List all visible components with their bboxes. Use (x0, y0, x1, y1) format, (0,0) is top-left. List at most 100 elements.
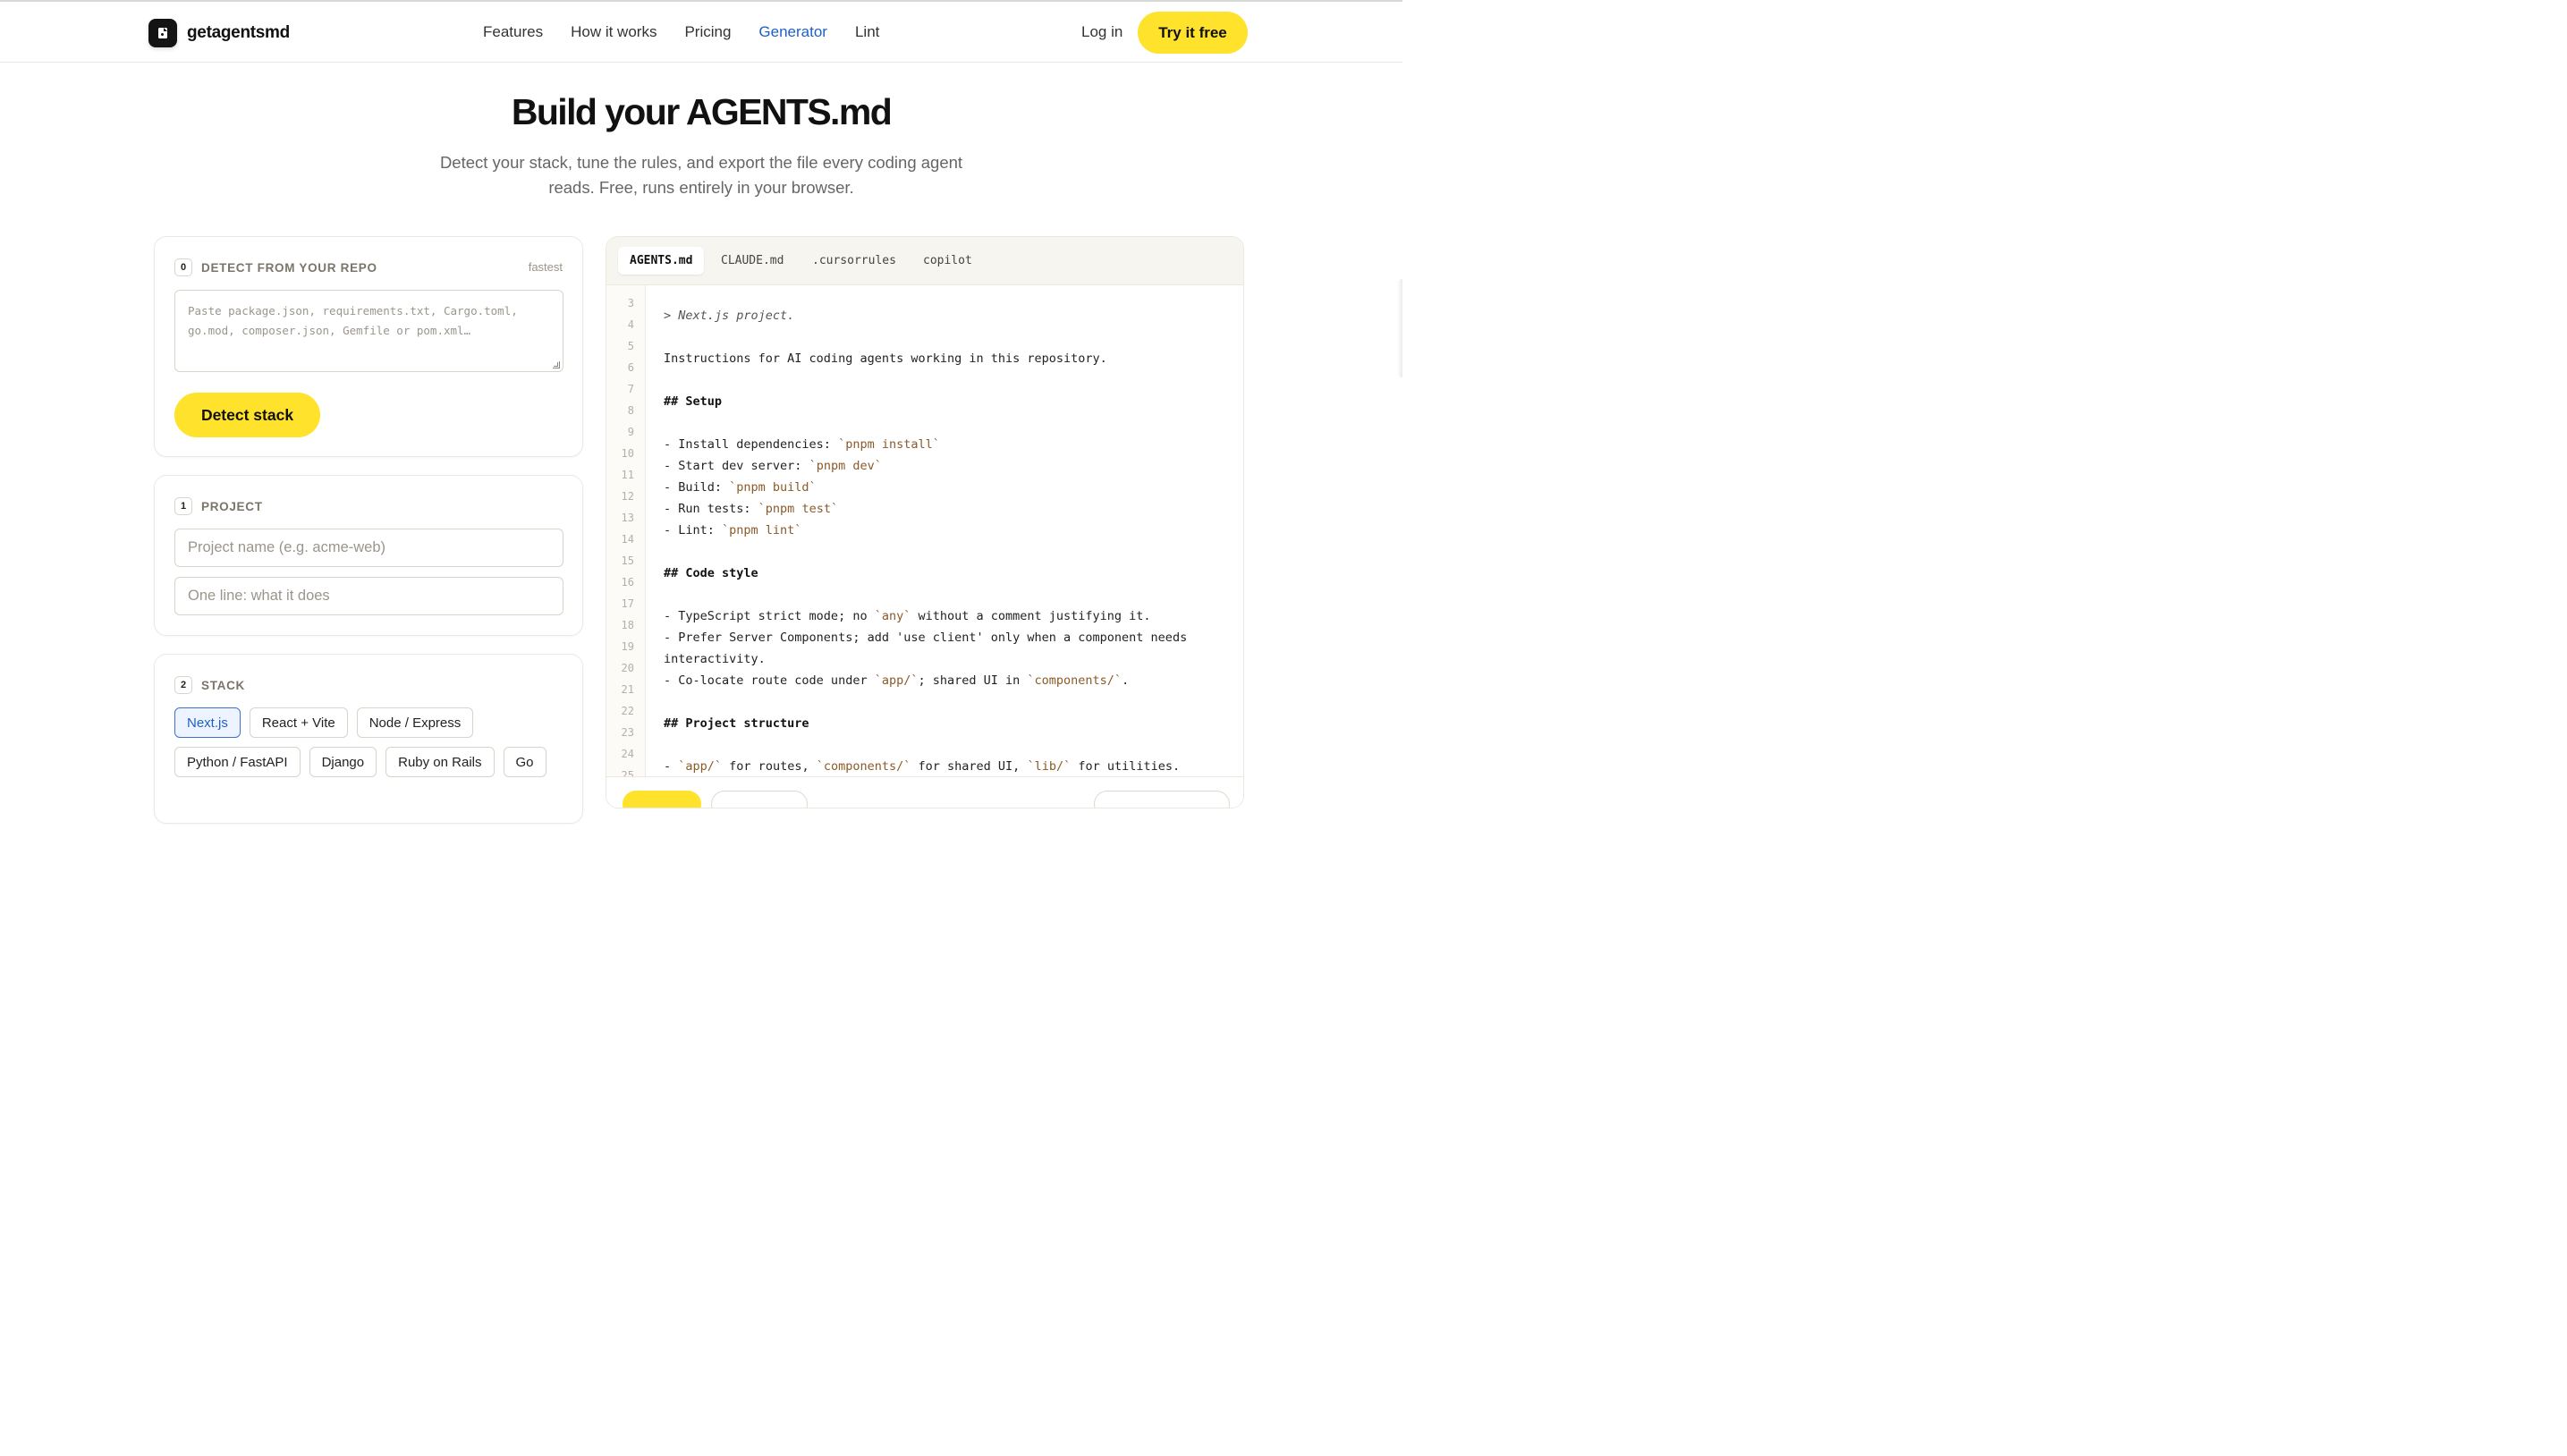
line-number: 21 (621, 683, 634, 696)
brand-logo[interactable]: getagentsmd (148, 19, 290, 47)
step-badge: 1 (174, 497, 192, 515)
step-badge: 0 (174, 258, 192, 276)
page-subtitle: Detect your stack, tune the rules, and e… (439, 153, 963, 197)
project-name-input[interactable]: Project name (e.g. acme-web) (174, 529, 563, 567)
code-inline: `pnpm install` (838, 437, 940, 452)
detect-hint: fastest (528, 260, 563, 274)
nav-how-it-works[interactable]: How it works (571, 23, 657, 41)
line-number: 14 (621, 533, 634, 546)
editor-actions-bar (606, 776, 1243, 808)
code-inline: `components/` (1027, 673, 1123, 688)
code-line: - `app/` for routes, `components/` for s… (664, 759, 1180, 774)
line-number: 15 (621, 554, 634, 567)
code-text: - TypeScript strict mode; no (664, 609, 875, 623)
line-number-gutter: 3 4 5 6 7 8 9 10 11 12 13 14 15 16 17 18… (606, 285, 646, 808)
code-inline: `app/` (678, 759, 723, 774)
code-heading: ## Setup (664, 394, 722, 409)
stack-options: Next.js React + Vite Node / Express Pyth… (174, 707, 568, 777)
line-number: 13 (621, 512, 634, 524)
project-description-placeholder: One line: what it does (188, 588, 330, 604)
tab-copilot[interactable]: copilot (911, 247, 984, 275)
code-inline: `app/` (874, 673, 919, 688)
stack-chip-python-fastapi[interactable]: Python / FastAPI (174, 747, 301, 777)
line-number: 18 (621, 619, 634, 631)
step-badge: 2 (174, 676, 192, 694)
login-link[interactable]: Log in (1081, 23, 1123, 41)
line-number: 22 (621, 705, 634, 717)
nav-generator[interactable]: Generator (758, 23, 827, 41)
brand-name: getagentsmd (187, 23, 290, 42)
line-number: 7 (627, 383, 634, 395)
stack-chip-react-vite[interactable]: React + Vite (249, 707, 348, 738)
code-text: ## Setup (664, 394, 723, 409)
code-inline: `pnpm lint` (722, 523, 802, 538)
tab-claude-md[interactable]: CLAUDE.md (709, 247, 795, 275)
code-line: - Prefer Server Components; add 'use cli… (664, 631, 1187, 645)
code-text: for utilities. (1071, 759, 1181, 774)
try-it-free-button[interactable]: Try it free (1138, 12, 1248, 54)
line-number: 3 (627, 297, 634, 309)
code-text: without a comment justifying it. (911, 609, 1151, 623)
code-text: > Next.js project. (664, 309, 795, 323)
primary-action-button[interactable] (623, 791, 701, 808)
project-card-header: 1 PROJECT (174, 497, 263, 515)
tertiary-action-button[interactable] (1094, 791, 1230, 808)
line-number: 24 (621, 748, 634, 760)
code-line: - Lint: `pnpm lint` (664, 523, 801, 538)
code-line: interactivity. (664, 652, 766, 666)
code-text: - Co-locate route code under (664, 673, 875, 688)
line-number: 5 (627, 340, 634, 352)
stack-chip-nextjs[interactable]: Next.js (174, 707, 241, 738)
code-inline: `any` (874, 609, 911, 623)
code-text: Instructions for AI coding agents workin… (664, 351, 1107, 366)
line-number: 17 (621, 597, 634, 610)
project-name-placeholder: Project name (e.g. acme-web) (188, 539, 386, 555)
tab-cursorrules[interactable]: .cursorrules (801, 247, 908, 275)
detect-stack-button[interactable]: Detect stack (174, 393, 320, 437)
code-text: - Lint: (664, 523, 723, 538)
stack-card: 2 STACK Next.js React + Vite Node / Expr… (154, 654, 583, 824)
line-number: 9 (627, 426, 634, 438)
code-line: - Start dev server: `pnpm dev` (664, 459, 882, 473)
page-title: Build your AGENTS.md (511, 91, 893, 132)
code-inline: `components/` (816, 759, 911, 774)
line-number: 19 (621, 640, 634, 653)
detect-card-header: 0 DETECT FROM YOUR REPO (174, 258, 377, 276)
project-label: PROJECT (201, 499, 263, 513)
code-line: - Install dependencies: `pnpm install` (664, 437, 940, 452)
line-number: 8 (627, 404, 634, 417)
manifest-placeholder: Paste package.json, requirements.txt, Ca… (188, 304, 518, 337)
code-line: Instructions for AI coding agents workin… (664, 351, 1107, 366)
code-text: . (1122, 673, 1130, 688)
detect-card: 0 DETECT FROM YOUR REPO fastest Paste pa… (154, 236, 583, 457)
line-number: 12 (621, 490, 634, 503)
code-inline: `pnpm dev` (809, 459, 882, 473)
line-number: 23 (621, 726, 634, 739)
code-text: for shared UI, (911, 759, 1028, 774)
stack-chip-node-express[interactable]: Node / Express (356, 707, 474, 738)
document-icon (148, 19, 177, 47)
code-text: - Run tests: (664, 502, 758, 516)
resize-handle-icon[interactable] (553, 361, 560, 368)
code-heading: ## Project structure (664, 716, 809, 731)
secondary-action-button[interactable] (711, 791, 808, 808)
stack-card-header: 2 STACK (174, 676, 245, 694)
project-description-input[interactable]: One line: what it does (174, 577, 563, 615)
site-header: getagentsmd Features How it works Pricin… (0, 2, 1402, 63)
line-number: 4 (627, 318, 634, 331)
tab-agents-md[interactable]: AGENTS.md (618, 247, 705, 275)
stack-chip-go[interactable]: Go (503, 747, 546, 777)
nav-lint[interactable]: Lint (855, 23, 879, 41)
code-line: > Next.js project. (664, 309, 794, 323)
code-line: - Build: `pnpm build` (664, 480, 817, 495)
stack-chip-django[interactable]: Django (309, 747, 377, 777)
stack-chip-ruby-on-rails[interactable]: Ruby on Rails (385, 747, 495, 777)
detect-label: DETECT FROM YOUR REPO (201, 260, 377, 275)
nav-pricing[interactable]: Pricing (684, 23, 731, 41)
code-text: for routes, (722, 759, 817, 774)
manifest-textarea[interactable]: Paste package.json, requirements.txt, Ca… (174, 290, 563, 372)
nav-features[interactable]: Features (483, 23, 543, 41)
code-text: ## Code style (664, 566, 758, 580)
code-text: ; shared UI in (918, 673, 1028, 688)
main-nav: Features How it works Pricing Generator … (483, 23, 879, 41)
